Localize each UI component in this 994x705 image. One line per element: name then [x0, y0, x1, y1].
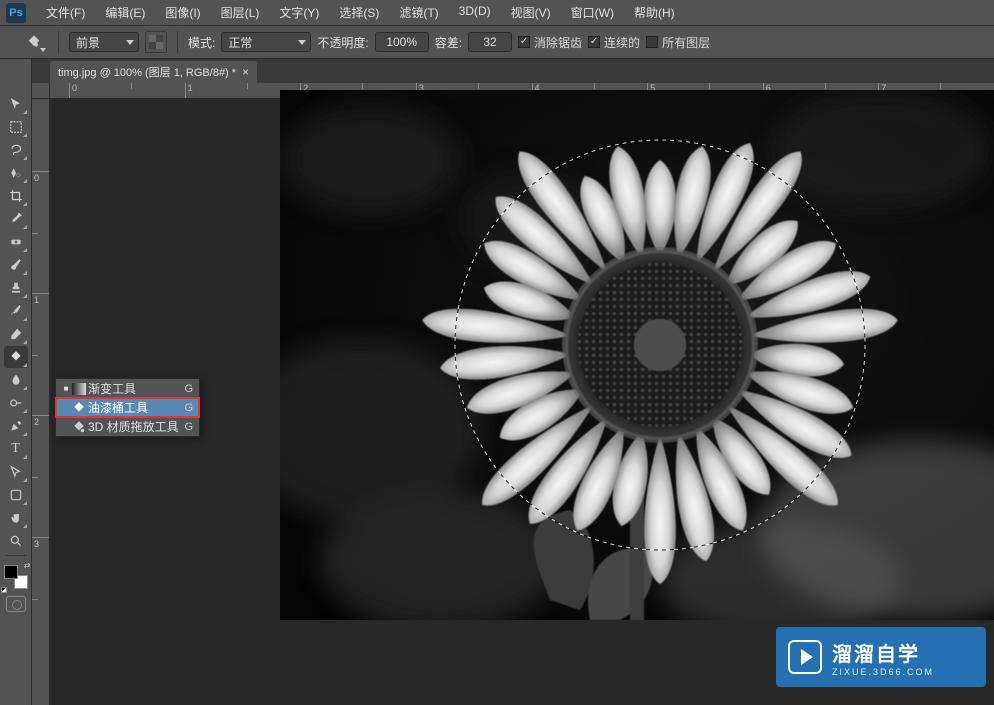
close-tab-icon[interactable]: × [242, 65, 249, 79]
path-select-tool[interactable] [4, 461, 28, 483]
menu-item[interactable]: 选择(S) [329, 4, 389, 21]
healing-tool[interactable] [4, 231, 28, 253]
flyout-item-key: G [184, 383, 193, 395]
canvas-image[interactable] [280, 90, 994, 620]
ruler-tick: 1 [32, 293, 50, 415]
eyedropper-tool[interactable] [4, 208, 28, 230]
vertical-ruler[interactable]: 0123 [32, 99, 50, 705]
color-swatches[interactable]: ⇄ [4, 565, 28, 589]
flyout-item-key: G [184, 402, 193, 414]
play-icon [788, 640, 822, 674]
menu-item[interactable]: 编辑(E) [95, 4, 155, 21]
menu-item[interactable]: 文件(F) [36, 4, 95, 21]
flyout-item-label: 3D 材质拖放工具 [88, 418, 184, 435]
tolerance-input[interactable]: 32 [468, 32, 512, 52]
gradient-icon [70, 383, 88, 395]
menu-item[interactable]: 滤镜(T) [389, 4, 448, 21]
flyout-item-3d-material[interactable]: 3D 材质拖放工具 G [56, 417, 199, 436]
opacity-label: 不透明度: [317, 34, 368, 51]
ruler-corner[interactable] [32, 83, 50, 99]
pattern-picker[interactable] [145, 31, 167, 53]
menu-item[interactable]: 图层(L) [211, 4, 270, 21]
watermark-badge: 溜溜自学 ZIXUE.3D66.COM [776, 627, 986, 687]
menu-item[interactable]: 文字(Y) [269, 4, 329, 21]
quick-select-tool[interactable] [4, 162, 28, 184]
eraser-tool[interactable] [4, 323, 28, 345]
blur-tool[interactable] [4, 369, 28, 391]
swap-colors-icon[interactable]: ⇄ [24, 561, 31, 570]
shape-tool[interactable] [4, 484, 28, 506]
tool-flyout-menu: ■ 渐变工具 G 油漆桶工具 G 3D 材质拖放工具 G [55, 378, 200, 437]
marquee-tool[interactable] [4, 116, 28, 138]
ruler-tick: 3 [32, 537, 50, 659]
hand-tool[interactable] [4, 507, 28, 529]
flyout-item-label: 渐变工具 [88, 380, 184, 397]
menu-item[interactable]: 图像(I) [155, 4, 210, 21]
zoom-tool[interactable] [4, 530, 28, 552]
ruler-tick: 2 [32, 415, 50, 537]
document-tab-title: timg.jpg @ 100% (图层 1, RGB/8#) * [58, 64, 236, 80]
opacity-input[interactable]: 100% [375, 32, 429, 52]
paint-bucket-icon [70, 401, 88, 415]
contiguous-checkbox[interactable]: 连续的 [588, 34, 640, 51]
lasso-tool[interactable] [4, 139, 28, 161]
mode-select[interactable]: 正常 [221, 32, 311, 52]
menu-item[interactable]: 视图(V) [501, 4, 561, 21]
ps-logo-icon: Ps [6, 3, 26, 23]
default-colors-icon[interactable] [1, 587, 7, 593]
quick-mask-button[interactable] [6, 596, 26, 612]
brush-tool[interactable] [4, 254, 28, 276]
menu-bar: Ps 文件(F)编辑(E)图像(I)图层(L)文字(Y)选择(S)滤镜(T)3D… [0, 0, 994, 25]
document-tab[interactable]: timg.jpg @ 100% (图层 1, RGB/8#) * × [50, 61, 257, 83]
pattern-icon [149, 35, 163, 49]
menu-item[interactable]: 3D(D) [449, 4, 501, 21]
foreground-color[interactable] [4, 565, 18, 579]
flyout-item-paint-bucket[interactable]: 油漆桶工具 G [56, 398, 199, 417]
flyout-item-gradient[interactable]: ■ 渐变工具 G [56, 379, 199, 398]
mode-label: 模式: [188, 34, 215, 51]
move-tool[interactable] [4, 93, 28, 115]
material-drop-icon [70, 420, 88, 434]
fill-source-select[interactable]: 前景 [69, 32, 139, 52]
ruler-tick: 0 [69, 83, 185, 99]
tolerance-label: 容差: [435, 34, 462, 51]
type-tool[interactable]: T [4, 438, 28, 460]
crop-tool[interactable] [4, 185, 28, 207]
antialias-checkbox[interactable]: 消除锯齿 [518, 34, 582, 51]
current-tool-indicator[interactable] [20, 30, 48, 54]
flyout-item-key: G [184, 421, 193, 433]
document-tab-strip: timg.jpg @ 100% (图层 1, RGB/8#) * × [32, 59, 994, 83]
flyout-item-label: 油漆桶工具 [88, 399, 184, 416]
dodge-tool[interactable] [4, 392, 28, 414]
stamp-tool[interactable] [4, 277, 28, 299]
watermark-subtitle: ZIXUE.3D66.COM [832, 667, 934, 677]
history-brush-tool[interactable] [4, 300, 28, 322]
options-bar: 前景 模式: 正常 不透明度: 100% 容差: 32 消除锯齿 连续的 所有图… [0, 25, 994, 59]
selected-dot-icon: ■ [62, 384, 70, 393]
menu-item[interactable]: 窗口(W) [561, 4, 624, 21]
menu-item[interactable]: 帮助(H) [624, 4, 685, 21]
ruler-tick: 0 [32, 171, 50, 293]
paint-bucket-tool[interactable] [4, 346, 28, 368]
pen-tool[interactable] [4, 415, 28, 437]
tools-panel: T ⇄ [0, 59, 32, 705]
all-layers-checkbox[interactable]: 所有图层 [646, 34, 710, 51]
watermark-title: 溜溜自学 [832, 638, 934, 667]
